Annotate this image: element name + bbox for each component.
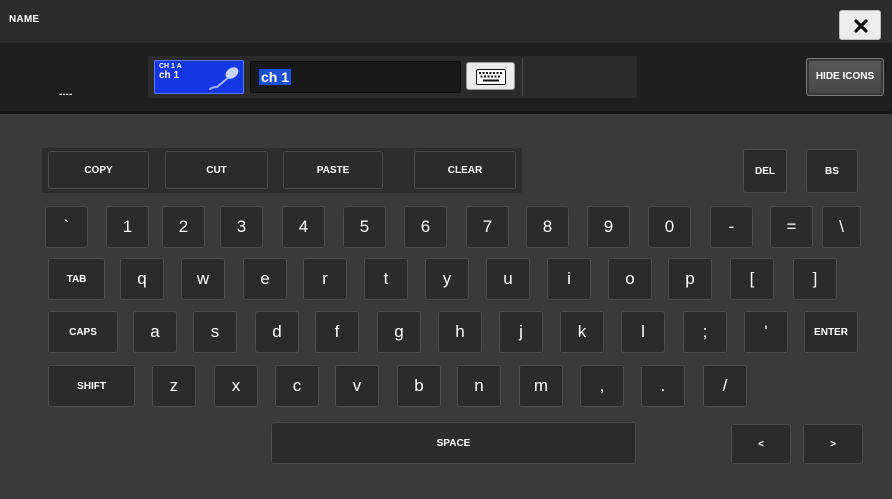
key-shift[interactable]: SHIFT — [48, 365, 135, 407]
key-e[interactable]: e — [243, 258, 287, 300]
cursor-right-key[interactable]: > — [803, 424, 863, 464]
key-r[interactable]: r — [303, 258, 347, 300]
clear-button[interactable]: CLEAR — [414, 151, 516, 189]
key-backslash[interactable]: \ — [822, 206, 861, 248]
key-a[interactable]: a — [133, 311, 177, 353]
key-0[interactable]: 0 — [648, 206, 691, 248]
key-w[interactable]: w — [181, 258, 225, 300]
key-backtick[interactable]: ` — [45, 206, 88, 248]
channel-chip: CH 1 A ch 1 — [154, 60, 244, 94]
key-g[interactable]: g — [377, 311, 421, 353]
key-apostrophe[interactable]: ' — [744, 311, 788, 353]
cursor-left-key[interactable]: < — [731, 424, 791, 464]
key-p[interactable]: p — [668, 258, 712, 300]
name-edit-panel: CH 1 A ch 1 ch 1 — [148, 56, 637, 98]
key-7[interactable]: 7 — [466, 206, 509, 248]
key-2[interactable]: 2 — [162, 206, 205, 248]
key-o[interactable]: o — [608, 258, 652, 300]
key-i[interactable]: i — [547, 258, 591, 300]
key-5[interactable]: 5 — [343, 206, 386, 248]
key-caps[interactable]: CAPS — [48, 311, 118, 353]
bs-button[interactable]: BS — [806, 149, 858, 193]
key-l[interactable]: l — [621, 311, 665, 353]
paste-button[interactable]: PASTE — [283, 151, 383, 189]
close-icon — [854, 19, 868, 33]
key-slash[interactable]: / — [703, 365, 747, 407]
copy-button[interactable]: COPY — [48, 151, 149, 189]
key-k[interactable]: k — [560, 311, 604, 353]
key-x[interactable]: x — [214, 365, 258, 407]
key-s[interactable]: s — [193, 311, 237, 353]
key-3[interactable]: 3 — [220, 206, 263, 248]
key-z[interactable]: z — [152, 365, 196, 407]
key-4[interactable]: 4 — [282, 206, 325, 248]
title-bar: NAME — [0, 0, 892, 44]
key-6[interactable]: 6 — [404, 206, 447, 248]
panel-divider — [522, 58, 523, 96]
key-minus[interactable]: - — [710, 206, 753, 248]
microphone-icon — [209, 67, 239, 90]
name-bar: ---- CH 1 A ch 1 ch 1 HIDE ICONS — [0, 44, 892, 114]
close-button[interactable] — [839, 10, 881, 40]
short-name-placeholder: ---- — [59, 89, 73, 100]
key-m[interactable]: m — [519, 365, 563, 407]
key-8[interactable]: 8 — [526, 206, 569, 248]
key-enter[interactable]: ENTER — [804, 311, 858, 353]
key-d[interactable]: d — [255, 311, 299, 353]
key-j[interactable]: j — [499, 311, 543, 353]
key-9[interactable]: 9 — [587, 206, 630, 248]
key-y[interactable]: y — [425, 258, 469, 300]
keyboard-icon — [476, 69, 506, 85]
key-u[interactable]: u — [486, 258, 530, 300]
channel-short-name: ch 1 — [159, 70, 180, 81]
key-v[interactable]: v — [335, 365, 379, 407]
name-input[interactable]: ch 1 — [250, 61, 461, 93]
key-q[interactable]: q — [120, 258, 164, 300]
key-comma[interactable]: , — [580, 365, 624, 407]
cut-button[interactable]: CUT — [165, 151, 268, 189]
key-b[interactable]: b — [397, 365, 441, 407]
key-semicolon[interactable]: ; — [683, 311, 727, 353]
key-period[interactable]: . — [641, 365, 685, 407]
del-button[interactable]: DEL — [743, 149, 787, 193]
hide-icons-button[interactable]: HIDE ICONS — [806, 58, 884, 96]
key-f[interactable]: f — [315, 311, 359, 353]
key-tab[interactable]: TAB — [48, 258, 105, 300]
channel-id: CH 1 A — [159, 63, 182, 70]
keyboard-toggle-button[interactable] — [466, 62, 515, 90]
key-n[interactable]: n — [457, 365, 501, 407]
key-right-bracket[interactable]: ] — [793, 258, 837, 300]
window-title: NAME — [9, 14, 40, 25]
key-1[interactable]: 1 — [106, 206, 149, 248]
key-h[interactable]: h — [438, 311, 482, 353]
name-input-value: ch 1 — [259, 69, 292, 85]
key-t[interactable]: t — [364, 258, 408, 300]
key-equals[interactable]: = — [770, 206, 813, 248]
space-key[interactable]: SPACE — [271, 422, 636, 464]
key-left-bracket[interactable]: [ — [730, 258, 774, 300]
key-c[interactable]: c — [275, 365, 319, 407]
